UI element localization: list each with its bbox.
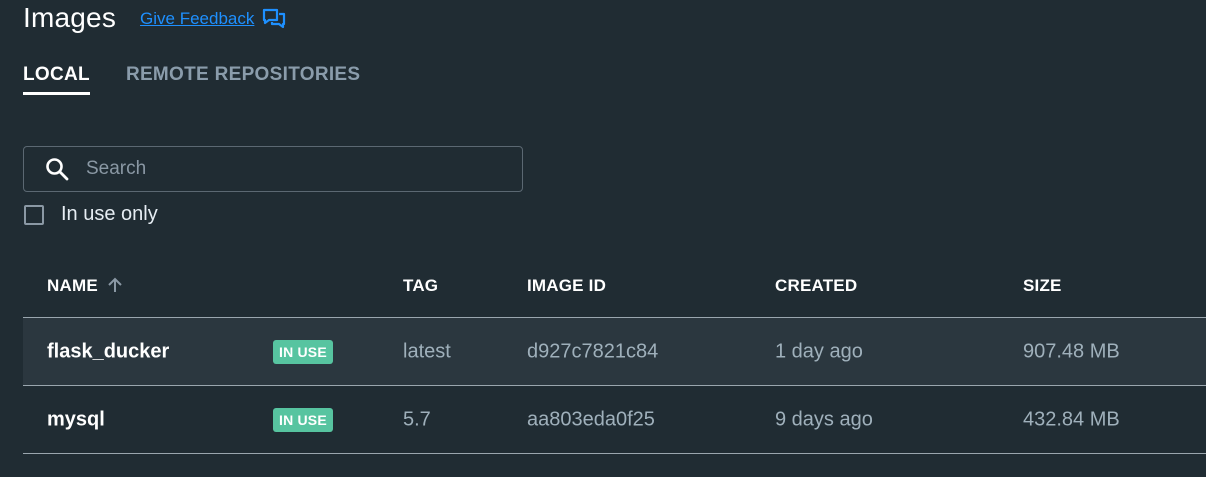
column-header-image-id[interactable]: IMAGE ID [527, 276, 606, 296]
search-icon [46, 158, 69, 181]
image-id: aa803eda0f25 [527, 408, 655, 430]
image-tag: latest [403, 340, 451, 362]
column-header-size[interactable]: SIZE [1023, 276, 1062, 296]
give-feedback-label[interactable]: Give Feedback [140, 9, 254, 29]
tab-bar: LOCAL REMOTE REPOSITORIES [23, 64, 396, 95]
image-created: 1 day ago [775, 340, 863, 362]
table-row[interactable]: mysql IN USE 5.7 aa803eda0f25 9 days ago… [23, 386, 1206, 454]
column-header-tag[interactable]: TAG [403, 276, 438, 296]
search-box[interactable] [23, 146, 523, 192]
in-use-badge: IN USE [273, 339, 333, 364]
images-table: NAME TAG IMAGE ID CREATED SIZE flask_duc… [23, 254, 1206, 454]
image-name: flask_ducker [47, 340, 170, 362]
in-use-only-checkbox[interactable] [24, 204, 44, 225]
column-header-name[interactable]: NAME [47, 276, 124, 296]
in-use-only-label[interactable]: In use only [61, 203, 158, 226]
column-header-name-label[interactable]: NAME [47, 276, 98, 295]
chat-bubbles-icon[interactable] [262, 8, 286, 30]
image-tag: 5.7 [403, 408, 431, 430]
table-row[interactable]: flask_ducker IN USE latest d927c7821c84 … [23, 318, 1206, 386]
image-size: 432.84 MB [1023, 408, 1120, 430]
give-feedback-link[interactable]: Give Feedback [140, 8, 286, 30]
tab-local[interactable]: LOCAL [23, 64, 90, 95]
search-input[interactable] [84, 157, 522, 181]
image-created: 9 days ago [775, 408, 873, 430]
images-page: Images Give Feedback LOCAL REMOTE REPOSI… [0, 0, 1206, 477]
image-size: 907.48 MB [1023, 340, 1120, 362]
image-id: d927c7821c84 [527, 340, 659, 362]
arrow-up-icon[interactable] [106, 276, 124, 294]
in-use-badge: IN USE [273, 407, 333, 432]
table-header: NAME TAG IMAGE ID CREATED SIZE [23, 254, 1206, 318]
page-header: Images Give Feedback [23, 0, 286, 36]
in-use-filter[interactable]: In use only [24, 203, 158, 226]
tab-remote-repositories[interactable]: REMOTE REPOSITORIES [126, 64, 360, 95]
page-title: Images [23, 2, 117, 33]
image-name: mysql [47, 408, 105, 430]
column-header-created[interactable]: CREATED [775, 276, 857, 296]
